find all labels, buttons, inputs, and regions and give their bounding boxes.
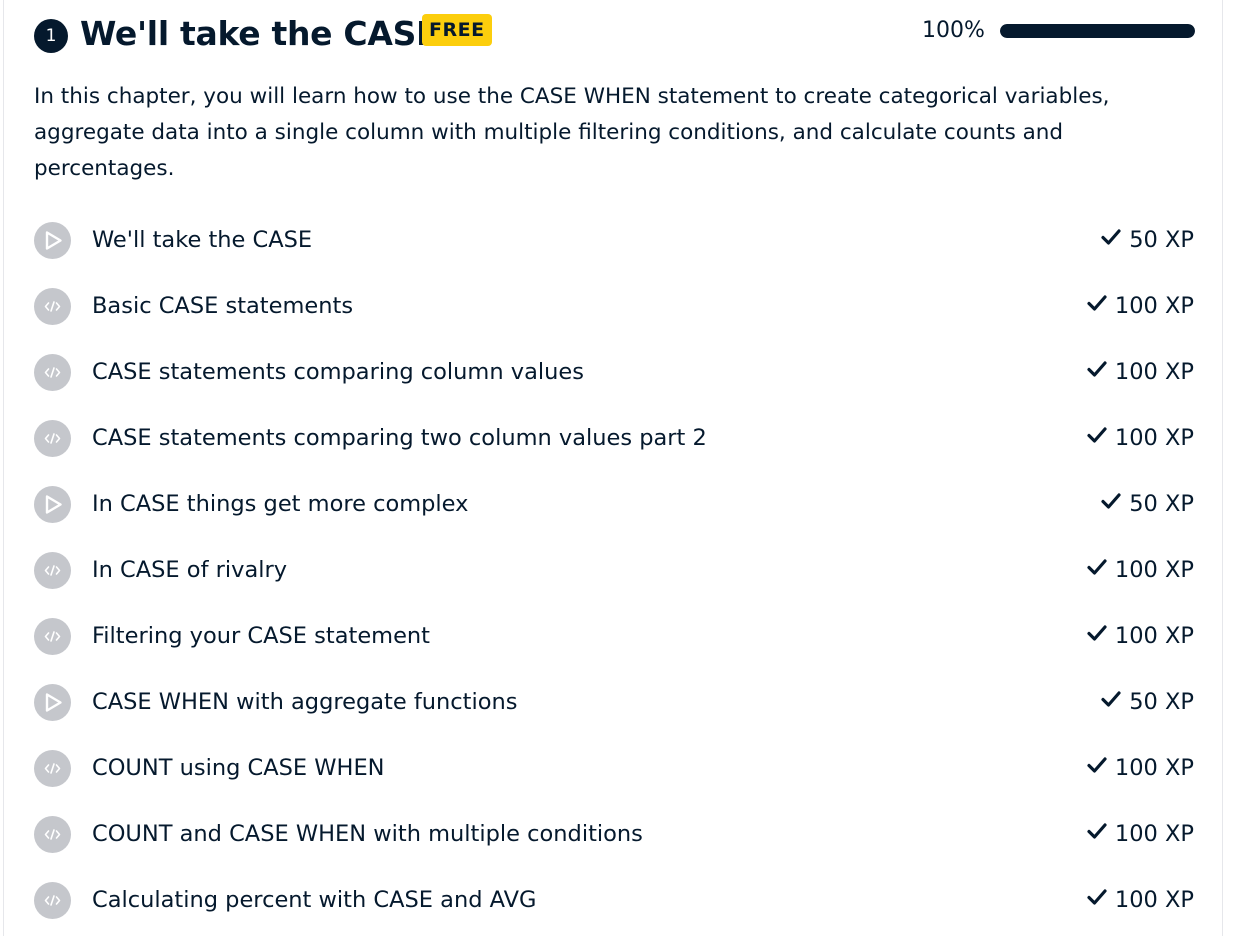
lesson-xp-value: 100 XP (1114, 887, 1194, 913)
lesson-xp: 100 XP (1087, 752, 1194, 784)
lesson-xp: 100 XP (1087, 356, 1194, 388)
checkmark-icon (1087, 751, 1107, 783)
code-icon (34, 420, 71, 457)
play-icon (34, 684, 71, 721)
chapter-header: 1 We'll take the CASE FREE 100% (34, 14, 1195, 54)
lesson-list: We'll take the CASE 50 XP Basic CASE state… (34, 214, 1194, 940)
lesson-item[interactable]: In CASE of rivalry 100 XP (34, 544, 1194, 610)
lesson-xp: 100 XP (1087, 818, 1194, 850)
lesson-item[interactable]: COUNT and CASE WHEN with multiple condit… (34, 808, 1194, 874)
lesson-title[interactable]: CASE statements comparing two column val… (92, 422, 707, 454)
code-icon (34, 882, 71, 919)
lesson-xp-value: 100 XP (1114, 755, 1194, 781)
checkmark-icon (1087, 883, 1107, 915)
lesson-item[interactable]: Calculating percent with CASE and AVG 100… (34, 874, 1194, 940)
lesson-xp: 100 XP (1087, 884, 1194, 916)
lesson-title[interactable]: In CASE of rivalry (92, 554, 287, 586)
checkmark-icon (1087, 619, 1107, 651)
lesson-item[interactable]: CASE statements comparing two column val… (34, 412, 1194, 478)
chapter-card: 1 We'll take the CASE FREE 100% In this … (3, 0, 1223, 936)
lesson-xp: 100 XP (1087, 290, 1194, 322)
play-icon (34, 486, 71, 523)
lesson-item[interactable]: Filtering your CASE statement 100 XP (34, 610, 1194, 676)
lesson-item[interactable]: CASE statements comparing column values 1… (34, 346, 1194, 412)
lesson-xp-value: 100 XP (1114, 623, 1194, 649)
checkmark-icon (1101, 685, 1121, 717)
lesson-title[interactable]: CASE statements comparing column values (92, 356, 584, 388)
chapter-description: In this chapter, you will learn how to u… (34, 84, 1110, 181)
lesson-xp-value: 50 XP (1129, 227, 1194, 253)
lesson-item[interactable]: We'll take the CASE 50 XP (34, 214, 1194, 280)
code-icon (34, 618, 71, 655)
code-icon (34, 288, 71, 325)
lesson-xp-value: 100 XP (1114, 425, 1194, 451)
lesson-title[interactable]: Filtering your CASE statement (92, 620, 430, 652)
lesson-item[interactable]: Basic CASE statements 100 XP (34, 280, 1194, 346)
checkmark-icon (1101, 223, 1121, 255)
lesson-xp: 100 XP (1087, 422, 1194, 454)
play-icon (34, 222, 71, 259)
lesson-xp: 50 XP (1101, 488, 1194, 520)
checkmark-icon (1087, 289, 1107, 321)
lesson-title[interactable]: COUNT using CASE WHEN (92, 752, 385, 784)
lesson-item[interactable]: COUNT using CASE WHEN 100 XP (34, 742, 1194, 808)
lesson-title[interactable]: Basic CASE statements (92, 290, 353, 322)
lesson-xp-value: 100 XP (1114, 293, 1194, 319)
lesson-xp-value: 50 XP (1129, 689, 1194, 715)
lesson-xp-value: 50 XP (1129, 491, 1194, 517)
lesson-title[interactable]: Calculating percent with CASE and AVG (92, 884, 536, 916)
lesson-xp-value: 100 XP (1114, 557, 1194, 583)
free-badge: FREE (422, 14, 492, 46)
lesson-xp-value: 100 XP (1114, 821, 1194, 847)
lesson-item[interactable]: In CASE things get more complex 50 XP (34, 478, 1194, 544)
code-icon (34, 816, 71, 853)
lesson-xp: 50 XP (1101, 224, 1194, 256)
code-icon (34, 354, 71, 391)
lesson-title[interactable]: We'll take the CASE (92, 224, 312, 256)
lesson-title[interactable]: In CASE things get more complex (92, 488, 468, 520)
chapter-title[interactable]: We'll take the CASE (80, 14, 439, 54)
lesson-title[interactable]: CASE WHEN with aggregate functions (92, 686, 517, 718)
code-icon (34, 552, 71, 589)
code-icon (34, 750, 71, 787)
checkmark-icon (1087, 421, 1107, 453)
checkmark-icon (1101, 487, 1121, 519)
progress-bar (1000, 24, 1195, 38)
lesson-xp: 100 XP (1087, 620, 1194, 652)
lesson-title[interactable]: COUNT and CASE WHEN with multiple condit… (92, 818, 643, 850)
chapter-number-badge: 1 (34, 19, 68, 53)
checkmark-icon (1087, 817, 1107, 849)
lesson-xp: 50 XP (1101, 686, 1194, 718)
progress-percentage: 100% (922, 18, 985, 43)
progress-bar-fill (1000, 24, 1195, 38)
checkmark-icon (1087, 553, 1107, 585)
checkmark-icon (1087, 355, 1107, 387)
lesson-item[interactable]: CASE WHEN with aggregate functions 50 XP (34, 676, 1194, 742)
lesson-xp: 100 XP (1087, 554, 1194, 586)
lesson-xp-value: 100 XP (1114, 359, 1194, 385)
